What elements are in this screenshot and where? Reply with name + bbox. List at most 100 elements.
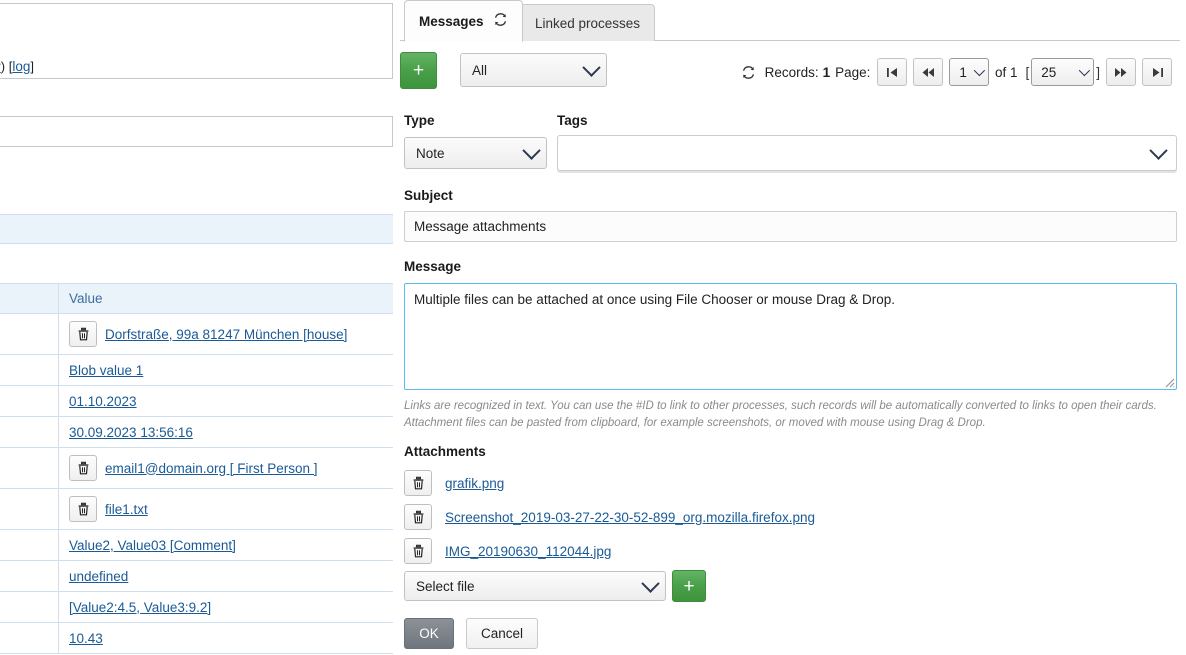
tab-bar: Messages Linked processes bbox=[400, 0, 1186, 41]
value-link[interactable]: Value2, Value03 [Comment] bbox=[69, 538, 236, 553]
add-attachment-button[interactable]: + bbox=[672, 570, 706, 602]
delete-icon[interactable] bbox=[69, 321, 97, 347]
table-cell-index bbox=[0, 386, 59, 417]
ok-button[interactable]: OK bbox=[404, 618, 454, 649]
table-cell-value: Dorfstraße, 99a 81247 München [house] bbox=[59, 314, 394, 355]
table-cell-index bbox=[0, 355, 59, 386]
delete-icon[interactable] bbox=[404, 538, 432, 564]
message-filter-select[interactable]: All bbox=[460, 53, 607, 87]
table-cell-index bbox=[0, 448, 59, 489]
table-cell-value: Value2, Value03 [Comment] bbox=[59, 530, 394, 561]
previous-page-icon[interactable] bbox=[913, 58, 943, 86]
bracket-close: ] bbox=[1096, 65, 1100, 80]
bracket-open: [ bbox=[1025, 65, 1029, 80]
values-table: Value Dorfstraße, 99a 81247 München [hou… bbox=[0, 283, 393, 654]
attachments-label: Attachments bbox=[404, 444, 486, 459]
page-total-label: of 1 bbox=[995, 65, 1018, 80]
subject-label: Subject bbox=[404, 188, 453, 203]
message-filter-value: All bbox=[472, 63, 487, 78]
value-link[interactable]: email1@domain.org [ First Person ] bbox=[105, 461, 318, 476]
attachment-row: grafik.png bbox=[404, 466, 1004, 500]
table-cell-index bbox=[0, 592, 59, 623]
delete-icon[interactable] bbox=[69, 455, 97, 481]
chevron-down-icon bbox=[1149, 141, 1167, 159]
chevron-down-icon bbox=[641, 574, 659, 592]
chevron-down-icon bbox=[522, 141, 540, 159]
table-cell-value: [Value2:4.5, Value3:9.2] bbox=[59, 592, 394, 623]
tab-linked-processes[interactable]: Linked processes bbox=[520, 4, 655, 41]
table-row: file1.txt bbox=[0, 489, 393, 530]
value-link[interactable]: 01.10.2023 bbox=[69, 394, 137, 409]
value-link[interactable]: 30.09.2023 13:56:16 bbox=[69, 425, 193, 440]
plus-icon: + bbox=[683, 577, 694, 596]
log-link[interactable]: log bbox=[12, 59, 30, 74]
delete-icon[interactable] bbox=[404, 470, 432, 496]
attachment-name[interactable]: grafik.png bbox=[445, 476, 504, 491]
table-cell-value: Blob value 1 bbox=[59, 355, 394, 386]
pagination-bar: Records: 1 Page: 1 bbox=[741, 58, 1172, 86]
table-cell-index bbox=[0, 314, 59, 355]
chevron-down-icon bbox=[582, 58, 600, 76]
clipped-link-bottom: rator) [log] bbox=[0, 59, 34, 74]
select-file-dropdown[interactable]: Select file bbox=[404, 571, 666, 601]
value-link[interactable]: file1.txt bbox=[105, 502, 148, 517]
table-row: 30.09.2023 13:56:16 bbox=[0, 417, 393, 448]
value-link[interactable]: Dorfstraße, 99a 81247 München [house] bbox=[105, 327, 347, 342]
tab-messages[interactable]: Messages bbox=[404, 0, 523, 42]
tags-select[interactable] bbox=[557, 135, 1177, 171]
cancel-button-label: Cancel bbox=[481, 626, 523, 641]
tab-messages-label: Messages bbox=[419, 14, 484, 29]
attachment-name[interactable]: Screenshot_2019-03-27-22-30-52-899_org.m… bbox=[445, 510, 815, 525]
attachment-row: IMG_20190630_112044.jpg bbox=[404, 534, 1004, 568]
current-page-value: 1 bbox=[959, 65, 967, 80]
value-link[interactable]: undefined bbox=[69, 569, 128, 584]
cancel-button[interactable]: Cancel bbox=[466, 618, 538, 649]
last-page-icon[interactable] bbox=[1142, 58, 1172, 86]
refresh-records-icon[interactable] bbox=[741, 65, 756, 80]
select-file-value: Select file bbox=[416, 579, 475, 594]
table-row: Dorfstraße, 99a 81247 München [house] bbox=[0, 314, 393, 355]
message-help-text: Links are recognized in text. You can us… bbox=[404, 398, 1179, 432]
table-row: undefined bbox=[0, 561, 393, 592]
tab-linked-processes-label: Linked processes bbox=[535, 16, 640, 31]
table-cell-value: 30.09.2023 13:56:16 bbox=[59, 417, 394, 448]
left-input-box[interactable] bbox=[0, 116, 393, 147]
left-record-panel: g] rator) [log] Value Dorfstraße, 99a 81… bbox=[0, 0, 393, 655]
table-row: email1@domain.org [ First Person ] bbox=[0, 448, 393, 489]
attachment-name[interactable]: IMG_20190630_112044.jpg bbox=[445, 544, 611, 559]
table-header-row: Value bbox=[0, 284, 393, 314]
records-count: 1 bbox=[823, 65, 831, 80]
first-page-icon[interactable] bbox=[877, 58, 907, 86]
value-link[interactable]: [Value2:4.5, Value3:9.2] bbox=[69, 600, 211, 615]
value-link[interactable]: Blob value 1 bbox=[69, 363, 143, 378]
table-cell-index bbox=[0, 489, 59, 530]
add-message-button[interactable]: + bbox=[400, 52, 437, 89]
page-size-value: 25 bbox=[1041, 65, 1056, 80]
table-cell-value: file1.txt bbox=[59, 489, 394, 530]
delete-icon[interactable] bbox=[69, 496, 97, 522]
table-cell-index bbox=[0, 417, 59, 448]
delete-icon[interactable] bbox=[404, 504, 432, 530]
table-cell-value: undefined bbox=[59, 561, 394, 592]
page-size-select[interactable]: 25 bbox=[1031, 58, 1094, 86]
value-link[interactable]: 10.43 bbox=[69, 631, 103, 646]
chevron-down-icon bbox=[1079, 65, 1090, 76]
attachments-list: grafik.png Screenshot_2019-03-27-22-30-52… bbox=[404, 466, 1004, 568]
type-select[interactable]: Note bbox=[404, 137, 547, 169]
table-cell-index bbox=[0, 561, 59, 592]
table-cell-value: 10.43 bbox=[59, 623, 394, 654]
page-label: Page: bbox=[835, 65, 870, 80]
table-cell-index bbox=[0, 623, 59, 654]
ok-button-label: OK bbox=[419, 626, 439, 641]
plus-icon: + bbox=[413, 61, 424, 80]
current-page-select[interactable]: 1 bbox=[949, 58, 989, 86]
message-editor-screen: g] rator) [log] Value Dorfstraße, 99a 81… bbox=[0, 0, 1186, 655]
tags-label: Tags bbox=[557, 113, 588, 128]
table-row: Value2, Value03 [Comment] bbox=[0, 530, 393, 561]
refresh-icon[interactable] bbox=[493, 12, 508, 30]
message-textarea[interactable] bbox=[404, 283, 1177, 390]
column-header-blank bbox=[0, 284, 59, 314]
column-header-value: Value bbox=[59, 284, 394, 314]
subject-input[interactable] bbox=[404, 211, 1177, 242]
next-page-icon[interactable] bbox=[1106, 58, 1136, 86]
